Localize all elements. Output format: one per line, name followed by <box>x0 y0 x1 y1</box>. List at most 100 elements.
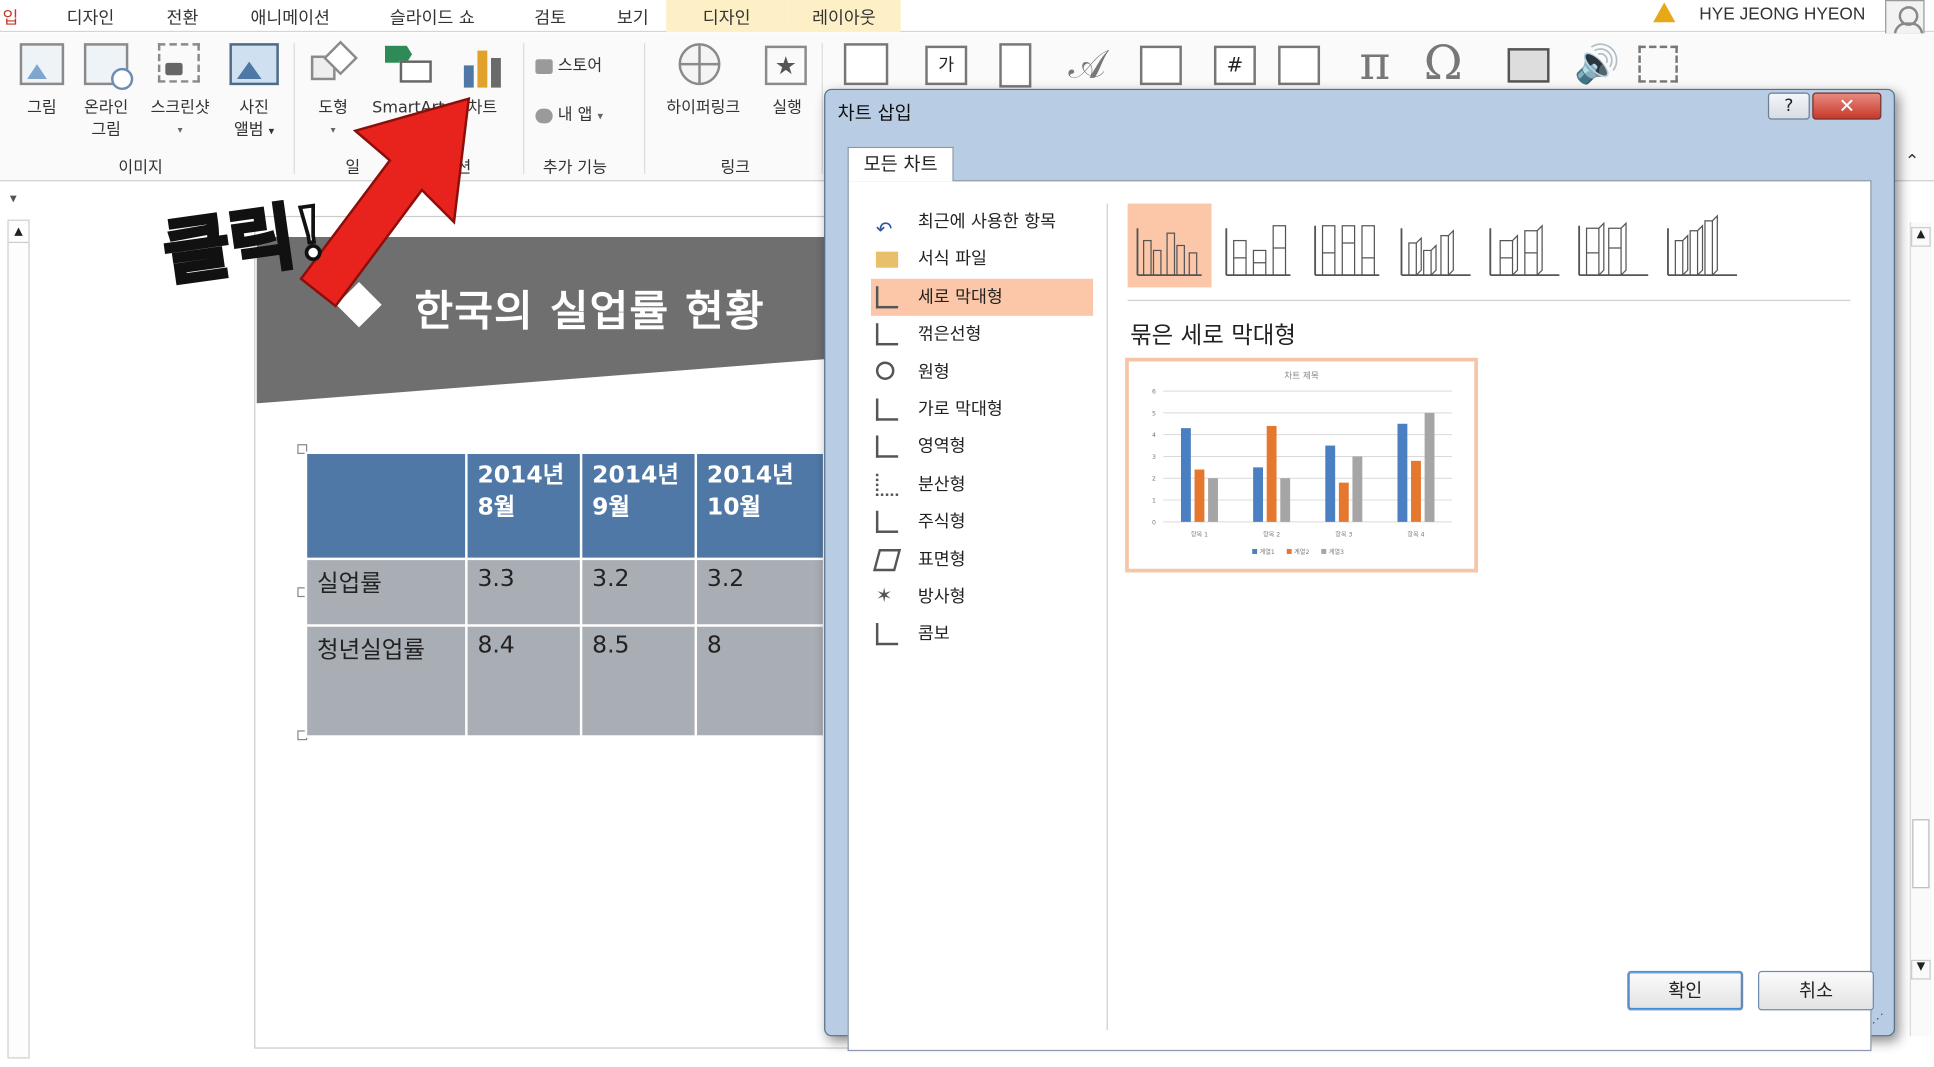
tab-all-charts[interactable]: 모든 차트 <box>847 146 954 182</box>
table-header-cell[interactable] <box>304 451 468 561</box>
ok-button[interactable]: 확인 <box>1627 970 1744 1011</box>
table-cell[interactable]: 8.5 <box>579 624 698 738</box>
tab-review[interactable]: 검토 <box>534 5 566 30</box>
group-label-addins: 추가 기능 <box>542 159 607 178</box>
avatar[interactable] <box>1885 0 1925 38</box>
insert-chart-dialog: 차트 삽입 ? ✕ 모든 차트 ↶ 최근에 사용한 항목 서식 파일 세로 막대형… <box>824 88 1895 1052</box>
online-picture-button[interactable]: 온라인 그림 <box>74 97 138 141</box>
left-scrollbar[interactable]: ▲ <box>7 219 30 1059</box>
selected-chart-type-name: 묶은 세로 막대형 <box>1130 321 1296 350</box>
category-label: 표면형 <box>917 549 966 570</box>
category-surface[interactable]: 표면형 <box>871 541 1093 578</box>
slide-number-icon[interactable]: # <box>1213 45 1256 86</box>
category-column[interactable]: 세로 막대형 <box>870 278 1094 317</box>
3d-percent-stacked-column-subtype[interactable] <box>1572 204 1656 288</box>
action-button[interactable]: 실행 <box>760 97 814 119</box>
date-time-icon[interactable] <box>1139 45 1182 86</box>
panel-toggle-icon[interactable]: ▾ <box>10 190 17 206</box>
picture-button[interactable]: 그림 <box>12 97 71 119</box>
store-button[interactable]: 스토어 <box>535 56 631 78</box>
table-cell[interactable]: 3.2 <box>579 557 698 627</box>
my-apps-button[interactable]: 내 앱 ▾ <box>535 105 639 128</box>
stock-chart-icon <box>875 510 899 534</box>
table-header-cell[interactable]: 2014년 8월 <box>465 451 583 561</box>
user-name[interactable]: HYE JEONG HYEON <box>1699 4 1865 24</box>
hyperlink-icon <box>678 43 721 86</box>
photo-album-button[interactable]: 사진 앨범 ▾ <box>222 97 286 143</box>
clustered-column-subtype[interactable] <box>1127 203 1212 288</box>
dialog-title: 차트 삽입 <box>837 102 912 125</box>
stacked-column-subtype[interactable] <box>1216 204 1300 288</box>
legend-label: 계열3 <box>1329 548 1344 556</box>
tab-insert[interactable]: 입 <box>2 5 18 30</box>
chart-preview[interactable]: 차트 제목 0 1 2 3 4 5 6 항목 1 항목 2 항목 3 항목 4 계열1 계열2 계열3 <box>1125 357 1478 573</box>
tab-transitions[interactable]: 전환 <box>167 5 199 30</box>
pane-divider <box>1106 203 1108 1031</box>
screenshot-button[interactable]: 스크린샷 ▾ <box>141 97 220 141</box>
tab-animations[interactable]: 애니메이션 <box>250 5 329 30</box>
object-icon[interactable] <box>1278 45 1321 86</box>
scroll-down-icon[interactable]: ▼ <box>1911 959 1931 980</box>
category-pie[interactable]: 원형 <box>871 354 1093 391</box>
area-chart-icon <box>875 435 899 459</box>
wordart-icon[interactable]: 𝒜 <box>1068 41 1110 88</box>
line-chart-icon <box>875 323 899 346</box>
category-label: 최근에 사용한 항목 <box>917 212 1056 232</box>
tab-table-design[interactable]: 디자인 <box>666 0 788 33</box>
audio-icon[interactable]: 🔊 <box>1574 43 1620 86</box>
category-label: 세로 막대형 <box>917 287 1003 307</box>
category-recent[interactable]: ↶ 최근에 사용한 항목 <box>871 204 1093 241</box>
table-cell[interactable]: 청년실업률 <box>304 624 468 738</box>
group-label-links: 링크 <box>720 159 750 178</box>
category-line[interactable]: 꺾은선형 <box>871 316 1093 353</box>
tab-view[interactable]: 보기 <box>617 5 649 30</box>
percent-stacked-column-subtype[interactable] <box>1305 204 1389 288</box>
cancel-button[interactable]: 취소 <box>1758 970 1874 1011</box>
category-bar[interactable]: 가로 막대형 <box>871 391 1093 428</box>
help-button[interactable]: ? <box>1767 92 1810 120</box>
table-cell[interactable]: 8 <box>694 624 826 738</box>
category-area[interactable]: 영역형 <box>871 429 1093 466</box>
screen-recording-icon[interactable] <box>1638 45 1678 83</box>
symbol-icon[interactable]: Ω <box>1424 36 1468 90</box>
equation-icon[interactable]: π <box>1360 36 1404 90</box>
y-tick-label: 6 <box>1152 389 1156 396</box>
category-stock[interactable]: 주식형 <box>871 504 1093 541</box>
comment-icon[interactable] <box>843 43 889 86</box>
table-cell[interactable]: 실업률 <box>304 557 468 627</box>
category-scatter[interactable]: 분산형 <box>871 466 1093 503</box>
table-cell[interactable]: 3.3 <box>465 557 583 627</box>
table-row: 청년실업률 8.4 8.5 8 <box>304 624 826 738</box>
header-footer-icon[interactable] <box>999 43 1032 88</box>
table-cell[interactable]: 8.4 <box>465 624 583 738</box>
table-header-cell[interactable]: 2014년 9월 <box>579 451 698 561</box>
right-scrollbar[interactable]: ▲ ▼ <box>1909 222 1932 1037</box>
unemployment-table[interactable]: 2014년 8월 2014년 9월 2014년 10월 실업률 3.3 3.2 3.2… <box>304 451 826 738</box>
tab-table-layout[interactable]: 레이아웃 <box>787 0 901 33</box>
scroll-up-icon[interactable]: ▲ <box>1911 227 1931 247</box>
scroll-thumb[interactable] <box>1912 819 1930 889</box>
legend-label: 계열1 <box>1260 548 1275 556</box>
hyperlink-button[interactable]: 하이퍼링크 <box>654 97 753 119</box>
category-radar[interactable]: ✶ 방사형 <box>871 578 1093 615</box>
table-cell[interactable]: 3.2 <box>694 557 826 627</box>
group-separator <box>821 43 823 174</box>
tab-slideshow[interactable]: 슬라이드 쇼 <box>390 5 475 30</box>
category-combo[interactable]: 콤보 <box>871 616 1093 653</box>
3d-clustered-column-subtype[interactable] <box>1394 204 1478 288</box>
category-templates[interactable]: 서식 파일 <box>871 241 1093 278</box>
scroll-up-icon[interactable]: ▲ <box>8 221 29 244</box>
undo-icon: ↶ <box>875 217 893 241</box>
header-month: 8월 <box>477 493 516 521</box>
resize-grip-icon[interactable]: ⋰ <box>1872 1013 1884 1027</box>
video-icon[interactable] <box>1507 48 1550 83</box>
textbox-icon[interactable]: 가 <box>925 45 968 86</box>
close-button[interactable]: ✕ <box>1812 92 1882 120</box>
3d-column-subtype[interactable] <box>1661 204 1745 288</box>
table-header-cell[interactable]: 2014년 10월 <box>694 451 826 561</box>
bar <box>1411 460 1421 522</box>
tab-design[interactable]: 디자인 <box>67 5 115 30</box>
collapse-ribbon-icon[interactable]: ⌃ <box>1905 152 1919 172</box>
3d-stacked-column-subtype[interactable] <box>1483 204 1567 288</box>
photo-album-label-2-text: 앨범 <box>234 120 264 140</box>
